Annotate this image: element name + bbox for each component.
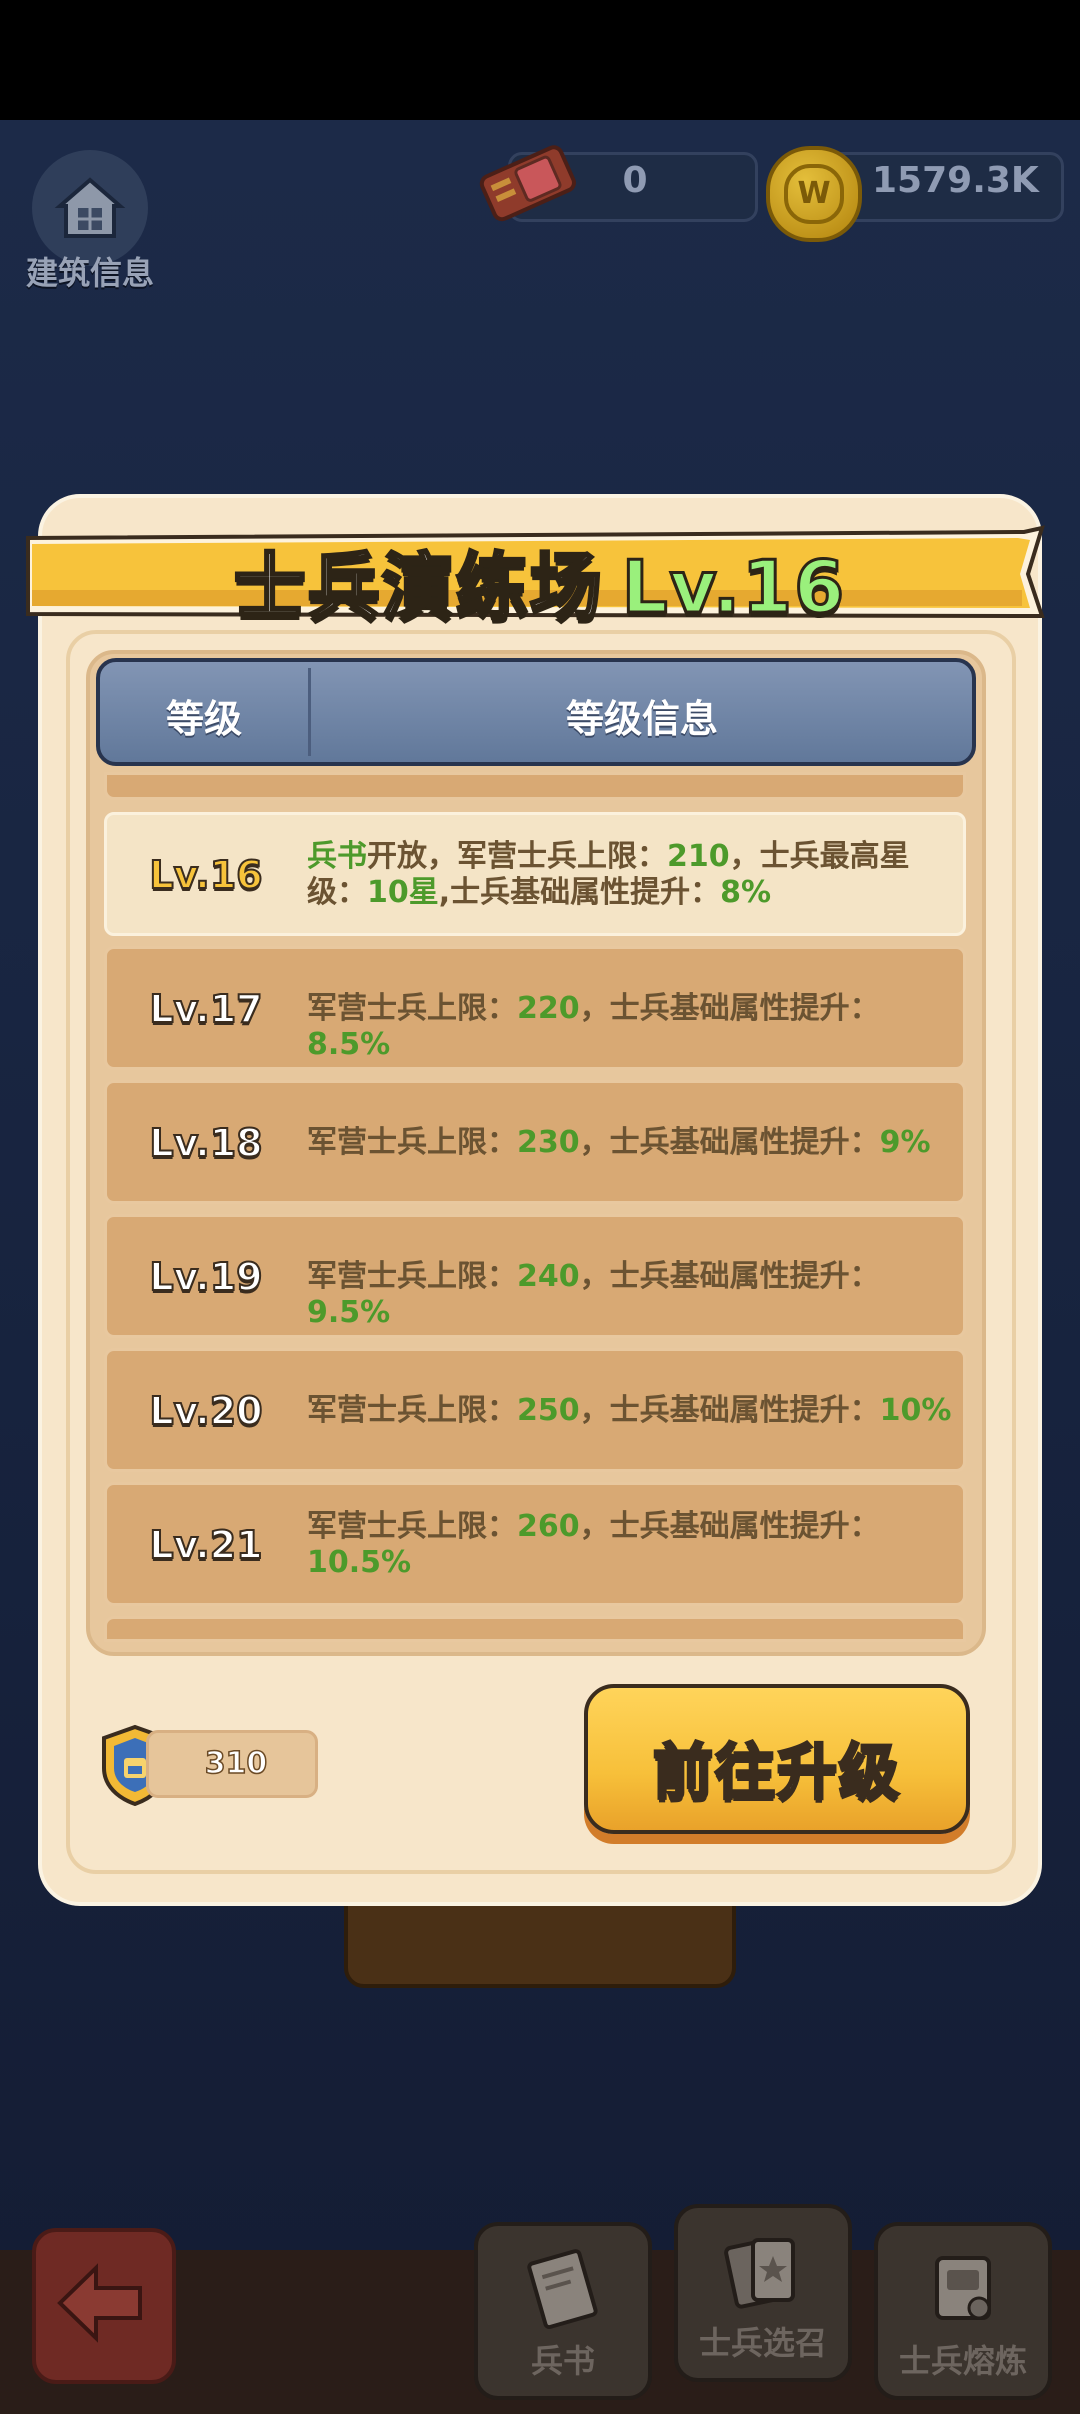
info-text: ，士兵基础属性提升： [579,1509,880,1544]
level-row: Lv.20 军营士兵上限：250，士兵基础属性提升：10% [104,1348,966,1472]
info-text: ,士兵基础属性提升： [438,875,721,910]
info-value: 240 [517,1259,580,1294]
building-name: 士兵演练场 [232,544,604,631]
smelt-label: 士兵熔炼 [898,2342,1027,2380]
level-row: Lv.18 军营士兵上限：230，士兵基础属性提升：9% [104,1080,966,1204]
building-info-label: 建筑信息 [25,254,154,292]
building-level: Lv.16 [620,544,847,631]
level-info: 兵书开放，军营士兵上限：210，士兵最高星级：10星,士兵基础属性提升：8% [307,839,955,911]
book-icon [527,2249,598,2330]
cost-value: 310 [204,1745,268,1782]
ticket-icon [479,145,576,222]
smelt-button[interactable]: 士兵熔炼 [874,2222,1052,2400]
info-value: 210 [667,839,730,874]
level-label: Lv.16 [148,852,263,898]
info-text: ，士兵基础属性提升： [579,1259,880,1294]
info-value: 兵书 [307,839,367,874]
info-value: 8.5% [307,1027,391,1062]
level-label: Lv.17 [148,986,263,1032]
info-text: ，士兵基础属性提升： [579,1125,880,1160]
house-icon [54,177,126,238]
recruit-button[interactable]: 士兵选召 [674,2204,852,2382]
info-value: 220 [517,991,580,1026]
recruit-label: 士兵选召 [698,2324,827,2362]
level-info: 军营士兵上限：250，士兵基础属性提升：10% [307,1393,955,1429]
info-value: 250 [517,1393,580,1428]
level-row: Lv.17 军营士兵上限：220，士兵基础属性提升： 8.5% [104,946,966,1070]
info-value: 9% [879,1125,931,1160]
info-text: 开放，军营士兵上限： [367,839,667,874]
info-value: 8% [720,875,772,910]
info-value: 10% [879,1393,952,1428]
book-label: 兵书 [530,2342,595,2380]
header-divider [308,668,311,756]
info-text: ，士兵基础属性提升： [579,991,880,1026]
level-label: Lv.21 [148,1522,263,1568]
level-row-current: Lv.16 兵书开放，军营士兵上限：210，士兵最高星级：10星,士兵基础属性提升… [104,812,966,936]
info-value: 10.5% [307,1545,412,1580]
level-label: Lv.18 [148,1120,263,1166]
info-value: 260 [517,1509,580,1544]
level-row: Lv.19 军营士兵上限：240，士兵基础属性提升： 9.5% [104,1214,966,1338]
level-info: 军营士兵上限：240，士兵基础属性提升： 9.5% [307,1259,955,1331]
info-text: 军营士兵上限： [307,1509,517,1544]
go-upgrade-label: 前往升级 [652,1737,901,1810]
info-value: 9.5% [307,1295,391,1330]
info-value: 230 [517,1125,580,1160]
ticket-value: 0 [622,160,648,201]
list-item-partial [104,1616,966,1642]
info-text: 军营士兵上限： [307,1125,517,1160]
level-info: 军营士兵上限：230，士兵基础属性提升：9% [307,1125,955,1161]
coin-value: 1579.3K [872,160,1039,201]
dialog-title: 士兵演练场 Lv.16 [0,528,1080,633]
info-text: 军营士兵上限： [307,1393,517,1428]
header-info: 等级信息 [565,697,718,741]
header-level: 等级 [165,697,242,741]
level-row: Lv.21 军营士兵上限：260，士兵基础属性提升： 10.5% [104,1482,966,1606]
level-label: Lv.19 [148,1254,263,1300]
level-info: 军营士兵上限：220，士兵基础属性提升： 8.5% [307,991,955,1063]
book-button[interactable]: 兵书 [474,2222,652,2400]
list-item-partial [104,772,966,800]
status-bar [0,0,1080,120]
arrow-left-icon [57,2263,142,2343]
info-text: ，士兵基础属性提升： [579,1393,880,1428]
furnace-icon [935,2256,991,2320]
level-info: 军营士兵上限：260，士兵基础属性提升： 10.5% [307,1509,955,1581]
info-value: 10星 [367,875,439,910]
info-text: 军营士兵上限： [307,991,517,1026]
cards-icon [724,2238,795,2309]
go-upgrade-button[interactable]: 前往升级 [584,1684,970,1834]
level-label: Lv.20 [148,1388,263,1434]
coin-icon: W [766,146,862,242]
level-table-header: 等级 等级信息 [96,658,976,766]
back-button[interactable] [32,2228,176,2384]
info-text: 军营士兵上限： [307,1259,517,1294]
